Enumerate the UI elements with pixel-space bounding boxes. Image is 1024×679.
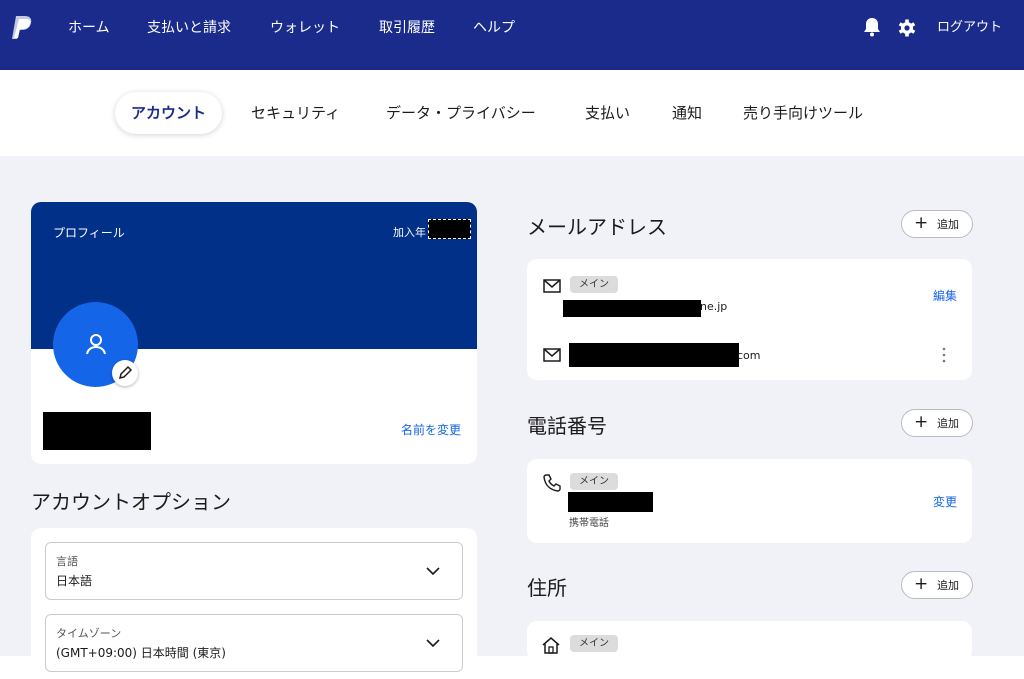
profile-card: プロフィール 加入年 名前を変更 <box>31 202 477 464</box>
name-redacted <box>43 412 151 450</box>
language-select[interactable]: 言語 日本語 <box>45 542 463 600</box>
plus-icon: + <box>914 412 929 432</box>
add-address-label: 追加 <box>937 579 959 592</box>
phone-card: メイン 携帯電話 変更 <box>527 459 972 543</box>
account-options-title: アカウントオプション <box>31 490 231 514</box>
account-options-card: 言語 日本語 タイムゾーン (GMT+09:00) 日本時間 (東京) <box>31 528 477 672</box>
joined-label: 加入年 <box>393 226 426 239</box>
plus-icon: + <box>914 574 929 594</box>
tab-notifications[interactable]: 通知 <box>672 92 702 134</box>
primary-badge: メイン <box>570 276 618 293</box>
email-redacted <box>569 343 739 367</box>
change-name-link[interactable]: 名前を変更 <box>401 421 461 438</box>
add-email-button[interactable]: + 追加 <box>901 210 973 238</box>
logout-link[interactable]: ログアウト <box>937 18 1002 38</box>
home-icon <box>542 637 560 654</box>
pencil-icon <box>118 365 133 380</box>
timezone-value: (GMT+09:00) 日本時間 (東京) <box>56 646 226 660</box>
settings-tabs: アカウント セキュリティ データ・プライバシー 支払い 通知 売り手向けツール <box>0 70 1024 156</box>
plus-icon: + <box>914 213 929 233</box>
primary-badge: メイン <box>570 635 618 652</box>
bell-icon[interactable] <box>862 16 882 38</box>
edit-email-link[interactable]: 編集 <box>933 287 957 304</box>
address-card: メイン <box>527 621 972 661</box>
language-value: 日本語 <box>56 574 93 588</box>
nav-payments[interactable]: 支払いと請求 <box>147 18 231 38</box>
tab-payments[interactable]: 支払い <box>585 92 630 134</box>
chevron-down-icon <box>426 639 440 648</box>
phone-title: 電話番号 <box>527 414 607 438</box>
email-card: メイン ne.jp 編集 com <box>527 259 972 380</box>
primary-badge: メイン <box>570 473 618 490</box>
add-email-label: 追加 <box>937 218 959 231</box>
main-content: プロフィール 加入年 名前を変更 アカウントオプション 言語 日本語 タイムゾー… <box>0 156 1024 672</box>
change-phone-link[interactable]: 変更 <box>933 493 957 510</box>
tab-security[interactable]: セキュリティ <box>251 92 340 134</box>
nav-activity[interactable]: 取引履歴 <box>379 18 435 38</box>
more-vertical-icon[interactable] <box>941 346 947 364</box>
add-address-button[interactable]: + 追加 <box>901 571 973 599</box>
email-suffix: com <box>737 349 761 362</box>
top-nav: ホーム 支払いと請求 ウォレット 取引履歴 ヘルプ ログアウト <box>0 0 1024 70</box>
nav-help[interactable]: ヘルプ <box>473 18 515 38</box>
email-title: メールアドレス <box>527 215 667 239</box>
envelope-icon <box>543 348 561 362</box>
joined-year-redacted <box>428 219 471 239</box>
phone-type: 携帯電話 <box>569 518 609 529</box>
user-icon <box>86 334 106 355</box>
nav-wallet[interactable]: ウォレット <box>270 18 340 38</box>
tab-seller-tools[interactable]: 売り手向けツール <box>743 92 863 134</box>
add-phone-button[interactable]: + 追加 <box>901 409 973 437</box>
language-label: 言語 <box>56 555 78 568</box>
envelope-icon <box>543 279 561 293</box>
address-title: 住所 <box>527 576 567 600</box>
nav-home[interactable]: ホーム <box>68 18 110 38</box>
phone-redacted <box>568 492 653 512</box>
paypal-logo-icon[interactable] <box>10 14 34 42</box>
profile-title: プロフィール <box>53 226 125 240</box>
add-phone-label: 追加 <box>937 417 959 430</box>
timezone-label: タイムゾーン <box>56 627 122 640</box>
email-redacted <box>563 300 701 317</box>
edit-avatar-button[interactable] <box>112 360 138 386</box>
email-suffix: ne.jp <box>700 300 728 313</box>
tab-data-privacy[interactable]: データ・プライバシー <box>386 92 536 134</box>
chevron-down-icon <box>426 567 440 576</box>
gear-icon[interactable] <box>897 16 917 38</box>
tab-account[interactable]: アカウント <box>115 92 223 134</box>
phone-icon <box>543 474 561 492</box>
timezone-select[interactable]: タイムゾーン (GMT+09:00) 日本時間 (東京) <box>45 614 463 672</box>
